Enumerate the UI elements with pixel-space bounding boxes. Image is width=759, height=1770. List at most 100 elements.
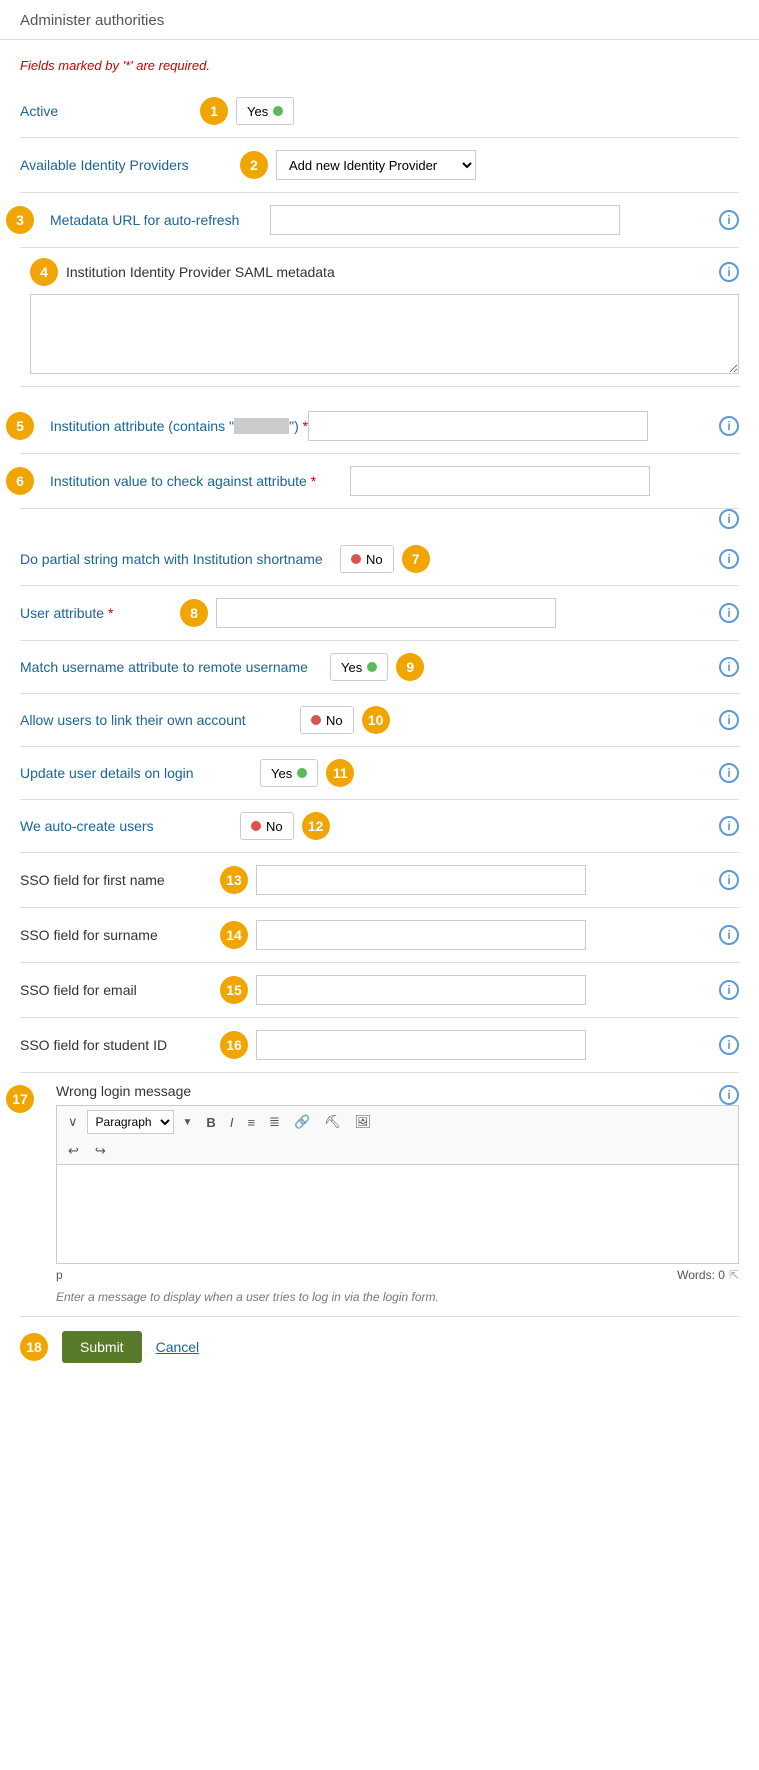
institution-attr-info-icon[interactable]: i	[719, 416, 739, 436]
match-username-dot	[367, 662, 377, 672]
sso-firstname-input[interactable]	[256, 865, 586, 895]
sso-firstname-label: SSO field for first name	[20, 872, 220, 888]
step-badge-16: 16	[220, 1031, 248, 1059]
toolbar-chevron[interactable]: ∨	[63, 1112, 83, 1132]
partial-match-toggle[interactable]: No	[340, 545, 394, 573]
metadata-url-info-icon[interactable]: i	[719, 210, 739, 230]
metadata-url-input[interactable]	[270, 205, 620, 235]
allow-link-row: Allow users to link their own account No…	[20, 694, 739, 747]
toolbar-unlink[interactable]: ⛏	[319, 1112, 346, 1132]
idp-select[interactable]: Add new Identity Provider	[276, 150, 476, 180]
step-badge-9: 9	[396, 653, 424, 681]
partial-match-row: Do partial string match with Institution…	[20, 533, 739, 586]
saml-metadata-textarea[interactable]	[30, 294, 739, 374]
idp-label: Available Identity Providers	[20, 157, 240, 173]
sso-studentid-row: SSO field for student ID 16 i	[20, 1018, 739, 1073]
step-badge-8: 8	[180, 599, 208, 627]
allow-link-label: Allow users to link their own account	[20, 712, 300, 728]
toolbar-italic[interactable]: I	[225, 1113, 239, 1132]
sso-surname-input[interactable]	[256, 920, 586, 950]
sso-firstname-info-icon[interactable]: i	[719, 870, 739, 890]
auto-create-toggle[interactable]: No	[240, 812, 294, 840]
institution-value-row: 6 Institution value to check against att…	[20, 454, 739, 509]
allow-link-toggle[interactable]: No	[300, 706, 354, 734]
submit-button[interactable]: Submit	[62, 1331, 142, 1363]
active-toggle[interactable]: Yes	[236, 97, 294, 125]
partial-match-dot	[351, 554, 361, 564]
step-badge-18: 18	[20, 1333, 48, 1361]
user-attr-row: User attribute * 8 i	[20, 586, 739, 641]
user-attr-input[interactable]	[216, 598, 556, 628]
toolbar-bold[interactable]: B	[201, 1113, 220, 1132]
step-badge-11: 11	[326, 759, 354, 787]
sso-firstname-row: SSO field for first name 13 i	[20, 853, 739, 908]
sso-email-label: SSO field for email	[20, 982, 220, 998]
sso-email-info-icon[interactable]: i	[719, 980, 739, 1000]
match-username-toggle[interactable]: Yes	[330, 653, 388, 681]
step-badge-10: 10	[362, 706, 390, 734]
institution-value-info-icon[interactable]: i	[719, 509, 739, 529]
user-attr-info-icon[interactable]: i	[719, 603, 739, 623]
step-badge-6: 6	[6, 467, 34, 495]
update-details-label: Update user details on login	[20, 765, 260, 781]
wrong-login-label: Wrong login message	[56, 1083, 191, 1099]
update-details-dot	[297, 768, 307, 778]
saml-metadata-row: 4 Institution Identity Provider SAML met…	[20, 248, 739, 387]
toolbar-numbered-list[interactable]: ≣	[264, 1112, 285, 1132]
step-badge-15: 15	[220, 976, 248, 1004]
active-dot	[273, 106, 283, 116]
editor-word-count: Words: 0	[677, 1268, 725, 1282]
institution-attr-row: 5 Institution attribute (contains " ") *…	[20, 399, 739, 454]
update-details-row: Update user details on login Yes 11 i	[20, 747, 739, 800]
update-details-toggle[interactable]: Yes	[260, 759, 318, 787]
toolbar-bullet-list[interactable]: ≡	[242, 1113, 260, 1132]
wrong-login-row: 17 Wrong login message ∨ Paragraph ▼ B I…	[20, 1073, 739, 1317]
required-note: Fields marked by '*' are required.	[20, 58, 739, 73]
sso-studentid-label: SSO field for student ID	[20, 1037, 220, 1053]
toolbar-redo[interactable]: ↪	[90, 1141, 111, 1161]
auto-create-row: We auto-create users No 12 i	[20, 800, 739, 853]
sso-surname-info-icon[interactable]: i	[719, 925, 739, 945]
user-attr-label: User attribute *	[20, 605, 180, 621]
institution-attr-input[interactable]	[308, 411, 648, 441]
institution-value-input[interactable]	[350, 466, 650, 496]
partial-match-label: Do partial string match with Institution…	[20, 551, 340, 567]
sso-surname-label: SSO field for surname	[20, 927, 220, 943]
step-badge-12: 12	[302, 812, 330, 840]
resize-icon: ⇱	[729, 1268, 739, 1282]
step-badge-2: 2	[240, 151, 268, 179]
partial-match-info-icon[interactable]: i	[719, 549, 739, 569]
active-row: Active 1 Yes	[20, 85, 739, 138]
toolbar-link[interactable]: 🔗	[289, 1112, 315, 1132]
auto-create-dot	[251, 821, 261, 831]
match-username-row: Match username attribute to remote usern…	[20, 641, 739, 694]
step-badge-14: 14	[220, 921, 248, 949]
update-details-info-icon[interactable]: i	[719, 763, 739, 783]
editor-hint: Enter a message to display when a user t…	[56, 1290, 439, 1304]
saml-metadata-info-icon[interactable]: i	[719, 262, 739, 282]
cancel-link[interactable]: Cancel	[156, 1339, 200, 1355]
match-username-info-icon[interactable]: i	[719, 657, 739, 677]
step-badge-13: 13	[220, 866, 248, 894]
idp-row: Available Identity Providers 2 Add new I…	[20, 138, 739, 193]
match-username-label: Match username attribute to remote usern…	[20, 659, 330, 675]
step-badge-4: 4	[30, 258, 58, 286]
wrong-login-editor[interactable]	[56, 1164, 739, 1264]
toolbar-image[interactable]: 🖼	[350, 1112, 377, 1132]
allow-link-info-icon[interactable]: i	[719, 710, 739, 730]
institution-value-label: Institution value to check against attri…	[50, 473, 350, 489]
step-badge-7: 7	[402, 545, 430, 573]
wrong-login-info-icon[interactable]: i	[719, 1085, 739, 1105]
submit-row: 18 Submit Cancel	[20, 1317, 739, 1373]
sso-studentid-info-icon[interactable]: i	[719, 1035, 739, 1055]
toolbar-paragraph-select[interactable]: Paragraph	[87, 1110, 174, 1134]
auto-create-info-icon[interactable]: i	[719, 816, 739, 836]
step-badge-17: 17	[6, 1085, 34, 1113]
sso-studentid-input[interactable]	[256, 1030, 586, 1060]
toolbar-chevron2[interactable]: ▼	[178, 1115, 198, 1130]
toolbar-undo[interactable]: ↩	[63, 1141, 84, 1161]
allow-link-dot	[311, 715, 321, 725]
step-badge-3: 3	[6, 206, 34, 234]
institution-attr-label: Institution attribute (contains " ") *	[50, 418, 308, 434]
sso-email-input[interactable]	[256, 975, 586, 1005]
